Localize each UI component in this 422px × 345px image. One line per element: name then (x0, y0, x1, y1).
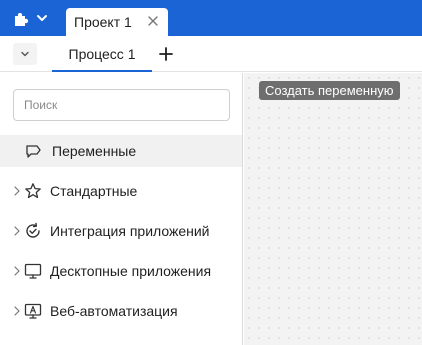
sidebar-item-app-integration[interactable]: Интеграция приложений (0, 215, 242, 247)
add-tab-button[interactable] (156, 43, 176, 65)
active-tab-indicator (52, 70, 152, 72)
plus-icon (159, 47, 173, 61)
sidebar-item-label: Интеграция приложений (50, 223, 210, 239)
process-tab-label: Процесс 1 (68, 46, 136, 62)
sidebar-item-label: Десктопные приложения (50, 263, 212, 279)
search-input[interactable] (13, 89, 230, 121)
web-automation-icon (24, 303, 42, 319)
star-icon (25, 183, 41, 199)
sync-check-icon (26, 222, 40, 238)
chevron-right-icon (14, 226, 20, 236)
sidebar-item-desktop-apps[interactable]: Десктопные приложения (0, 255, 242, 287)
chevron-down-icon (21, 51, 29, 57)
app-menu-button[interactable] (12, 8, 52, 28)
sidebar: Переменные Стандартные Интеграция прилож… (0, 73, 243, 345)
document-tab-label: Проект 1 (74, 14, 132, 30)
process-tab-bar: Процесс 1 (0, 36, 422, 72)
sidebar-item-standard[interactable]: Стандартные (0, 175, 242, 207)
sidebar-item-label: Веб-автоматизация (50, 303, 178, 319)
chevron-right-icon (14, 266, 20, 276)
top-bar: Проект 1 (0, 0, 422, 36)
chevron-right-icon (14, 306, 20, 316)
chevron-down-icon (37, 15, 47, 21)
collapse-button[interactable] (13, 43, 37, 65)
sidebar-item-label: Стандартные (50, 183, 138, 199)
workflow-canvas[interactable] (244, 73, 422, 345)
chevron-right-icon (14, 186, 20, 196)
close-icon[interactable] (146, 14, 160, 28)
document-tab[interactable]: Проект 1 (66, 8, 168, 36)
monitor-icon (24, 263, 42, 279)
create-variable-tooltip: Создать переменную (259, 81, 400, 100)
sidebar-item-label: Переменные (52, 143, 137, 159)
variable-icon (26, 145, 41, 158)
puzzle-icon (15, 12, 29, 26)
sidebar-item-web-automation[interactable]: Веб-автоматизация (0, 295, 242, 327)
tab-process[interactable]: Процесс 1 (52, 36, 152, 72)
sidebar-item-variables[interactable]: Переменные (0, 135, 242, 167)
